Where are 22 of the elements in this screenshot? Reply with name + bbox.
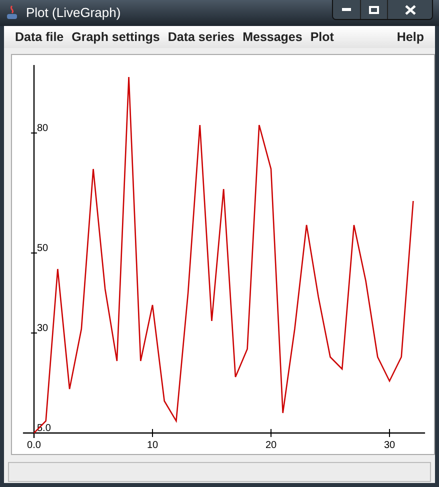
window-title: Plot (LiveGraph) — [26, 4, 122, 22]
menu-item[interactable]: Plot — [306, 28, 338, 46]
x-tick-label: 20 — [265, 440, 277, 451]
minimize-button[interactable] — [333, 0, 361, 19]
x-tick-label: 0.0 — [27, 440, 41, 451]
maximize-icon — [369, 6, 379, 14]
maximize-button[interactable] — [361, 0, 388, 19]
menu-item[interactable]: Graph settings — [68, 28, 164, 46]
close-icon — [404, 4, 416, 14]
y-tick-label: 80 — [37, 123, 48, 134]
x-tick-label: 30 — [384, 440, 396, 451]
y-tick-label: 5.0 — [37, 423, 51, 434]
y-tick-label: 50 — [37, 243, 48, 254]
menu-item[interactable]: Help — [392, 28, 428, 46]
x-tick-label: 10 — [146, 440, 158, 451]
y-tick-label: 30 — [37, 323, 48, 334]
menu-item[interactable]: Messages — [238, 28, 306, 46]
minimize-icon — [342, 8, 351, 11]
menu-item[interactable]: Data series — [164, 28, 239, 46]
close-button[interactable] — [388, 0, 432, 19]
coffee-cup-icon — [6, 5, 20, 21]
menu-item[interactable]: Data file — [11, 28, 68, 46]
